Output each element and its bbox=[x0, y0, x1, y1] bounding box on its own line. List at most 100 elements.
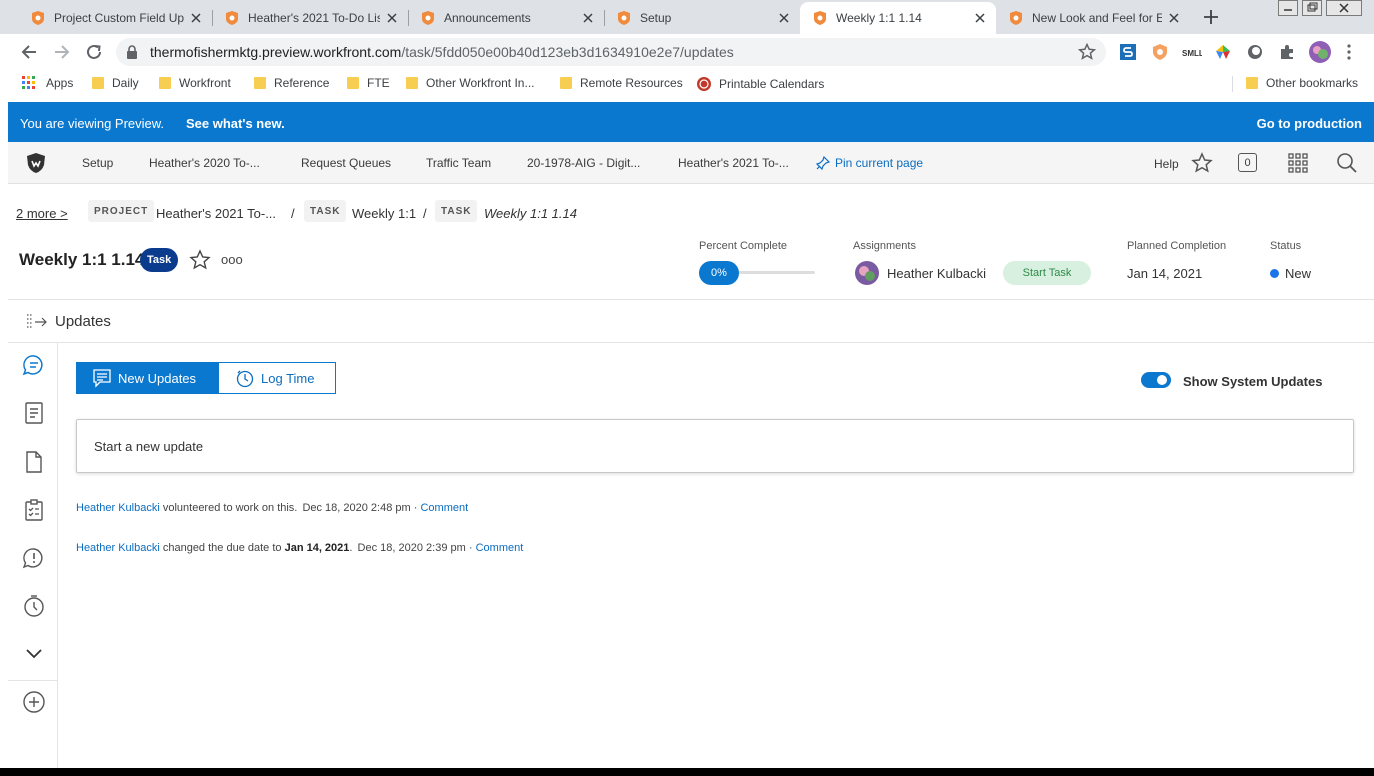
task-details-icon[interactable] bbox=[22, 401, 46, 425]
breadcrumb-parent-task-link[interactable]: Weekly 1:1 bbox=[352, 206, 416, 221]
browser-tab[interactable]: New Look and Feel for E bbox=[996, 2, 1190, 34]
extension-circle-icon[interactable] bbox=[1246, 43, 1264, 61]
restore-window-icon[interactable] bbox=[1302, 0, 1322, 16]
folder-icon bbox=[254, 77, 266, 89]
breadcrumb-project-link[interactable]: Heather's 2021 To-... bbox=[156, 206, 276, 221]
tab-title: Project Custom Field Up bbox=[54, 11, 184, 25]
extension-s-icon[interactable] bbox=[1119, 43, 1137, 61]
new-updates-label: New Updates bbox=[118, 370, 197, 386]
browser-tab[interactable]: Heather's 2021 To-Do Lis bbox=[212, 2, 408, 34]
feed-user-link[interactable]: Heather Kulbacki bbox=[76, 542, 160, 554]
bookmark-folder[interactable]: Daily bbox=[92, 76, 139, 90]
nav-item-request-queues[interactable]: Request Queues bbox=[301, 156, 391, 170]
profile-avatar[interactable] bbox=[1309, 41, 1331, 63]
browser-menu-icon[interactable] bbox=[1346, 44, 1352, 60]
new-tab-icon[interactable] bbox=[1203, 9, 1219, 25]
bookmark-printable-calendars[interactable]: Printable Calendars bbox=[696, 76, 824, 92]
back-arrow-icon[interactable] bbox=[20, 43, 38, 61]
app-menu-grid-icon[interactable] bbox=[1288, 153, 1308, 173]
close-tab-icon[interactable] bbox=[972, 10, 988, 26]
bookmark-folder[interactable]: Remote Resources bbox=[560, 76, 683, 90]
bookmark-apps[interactable]: Apps bbox=[22, 76, 73, 90]
extensions-puzzle-icon[interactable] bbox=[1278, 43, 1296, 61]
status-value[interactable]: New bbox=[1270, 266, 1311, 281]
close-tab-icon[interactable] bbox=[188, 10, 204, 26]
documents-icon[interactable] bbox=[22, 450, 46, 474]
pin-icon bbox=[816, 156, 830, 170]
percent-complete-bar[interactable]: 0% bbox=[699, 261, 815, 285]
breadcrumb-more-link[interactable]: 2 more > bbox=[16, 206, 68, 221]
nav-item-traffic-team[interactable]: Traffic Team bbox=[426, 156, 491, 170]
chevron-down-icon[interactable] bbox=[22, 641, 46, 665]
hours-clock-icon[interactable] bbox=[22, 594, 46, 618]
new-update-input[interactable]: Start a new update bbox=[76, 419, 1354, 473]
minimize-window-icon[interactable] bbox=[1278, 0, 1298, 16]
go-to-production-link[interactable]: Go to production bbox=[1257, 116, 1362, 131]
feed-text-after: . bbox=[349, 542, 353, 554]
favorites-star-icon[interactable] bbox=[1191, 152, 1213, 174]
reload-icon[interactable] bbox=[85, 43, 103, 61]
apps-grid-icon bbox=[22, 76, 35, 89]
planned-completion-label: Planned Completion bbox=[1127, 240, 1227, 252]
percent-complete-label: Percent Complete bbox=[699, 240, 788, 252]
page-title: Weekly 1:1 1.14 bbox=[19, 250, 145, 269]
nav-item-setup[interactable]: Setup bbox=[82, 156, 113, 170]
tab-title: Setup bbox=[640, 11, 672, 25]
nav-item-aig-digit[interactable]: 20-1978-AIG - Digit... bbox=[527, 156, 640, 170]
planned-completion-value[interactable]: Jan 14, 2021 bbox=[1127, 266, 1202, 281]
task-type-badge: Task bbox=[140, 248, 179, 272]
workfront-favicon-icon bbox=[618, 11, 630, 25]
close-tab-icon[interactable] bbox=[384, 10, 400, 26]
bookmark-folder[interactable]: Workfront bbox=[159, 76, 231, 90]
tab-title: New Look and Feel for E bbox=[1032, 11, 1162, 25]
bookmark-label: Remote Resources bbox=[580, 76, 683, 90]
forward-arrow-icon[interactable] bbox=[53, 43, 71, 61]
browser-tab[interactable]: Project Custom Field Up bbox=[18, 2, 212, 34]
favorite-star-icon[interactable] bbox=[189, 249, 211, 271]
browser-tab-active[interactable]: Weekly 1:1 1.14 bbox=[800, 2, 996, 34]
bookmark-label: Printable Calendars bbox=[719, 77, 825, 91]
breadcrumb-separator: / bbox=[291, 206, 295, 221]
see-whats-new-link[interactable]: See what's new. bbox=[186, 116, 285, 131]
extension-colorful-icon[interactable] bbox=[1214, 43, 1232, 61]
new-updates-button[interactable]: New Updates bbox=[76, 362, 219, 394]
start-task-button[interactable]: Start Task bbox=[1003, 261, 1091, 285]
bookmark-star-icon[interactable] bbox=[1078, 43, 1096, 61]
assignee-name[interactable]: Heather Kulbacki bbox=[887, 266, 986, 281]
collapse-panel-icon[interactable] bbox=[26, 313, 48, 331]
close-window-icon[interactable] bbox=[1326, 0, 1362, 16]
address-bar[interactable]: thermofishermktg.preview.workfront.com/t… bbox=[116, 38, 1106, 66]
pin-current-page-link[interactable]: Pin current page bbox=[816, 156, 923, 170]
close-tab-icon[interactable] bbox=[580, 10, 596, 26]
nav-item-2021-todo[interactable]: Heather's 2021 To-... bbox=[678, 156, 789, 170]
browser-tab[interactable]: Setup bbox=[604, 2, 800, 34]
add-circle-icon[interactable] bbox=[22, 690, 46, 714]
bookmark-folder[interactable]: Other Workfront In... bbox=[406, 76, 534, 90]
feed-user-link[interactable]: Heather Kulbacki bbox=[76, 502, 160, 514]
close-tab-icon[interactable] bbox=[1166, 10, 1182, 26]
extension-text-icon[interactable]: SMLL bbox=[1182, 45, 1202, 59]
new-update-icon bbox=[93, 369, 111, 388]
bookmark-folder[interactable]: FTE bbox=[347, 76, 390, 90]
close-tab-icon[interactable] bbox=[776, 10, 792, 26]
help-link[interactable]: Help bbox=[1154, 157, 1179, 171]
feed-item: Heather Kulbacki volunteered to work on … bbox=[76, 502, 468, 514]
notifications-counter[interactable]: 0 bbox=[1238, 153, 1257, 172]
bookmark-folder[interactable]: Reference bbox=[254, 76, 329, 90]
feed-comment-link[interactable]: Comment bbox=[420, 502, 468, 514]
extension-shield-icon[interactable] bbox=[1151, 43, 1169, 61]
checklist-clipboard-icon[interactable] bbox=[22, 498, 46, 522]
browser-tab[interactable]: Announcements bbox=[408, 2, 604, 34]
workfront-logo-icon[interactable] bbox=[24, 151, 48, 175]
search-icon[interactable] bbox=[1336, 152, 1358, 174]
workfront-app: You are viewing Preview. See what's new.… bbox=[8, 102, 1374, 768]
assignee-avatar[interactable] bbox=[855, 261, 879, 285]
show-system-updates-toggle[interactable] bbox=[1141, 372, 1171, 388]
log-time-button[interactable]: Log Time bbox=[218, 362, 336, 394]
updates-chat-icon[interactable] bbox=[22, 353, 46, 377]
other-bookmarks[interactable]: Other bookmarks bbox=[1246, 76, 1358, 90]
more-options-button[interactable]: ooo bbox=[221, 252, 243, 267]
feed-comment-link[interactable]: Comment bbox=[476, 542, 524, 554]
nav-item-2020-todo[interactable]: Heather's 2020 To-... bbox=[149, 156, 260, 170]
issues-alert-icon[interactable] bbox=[22, 546, 46, 570]
